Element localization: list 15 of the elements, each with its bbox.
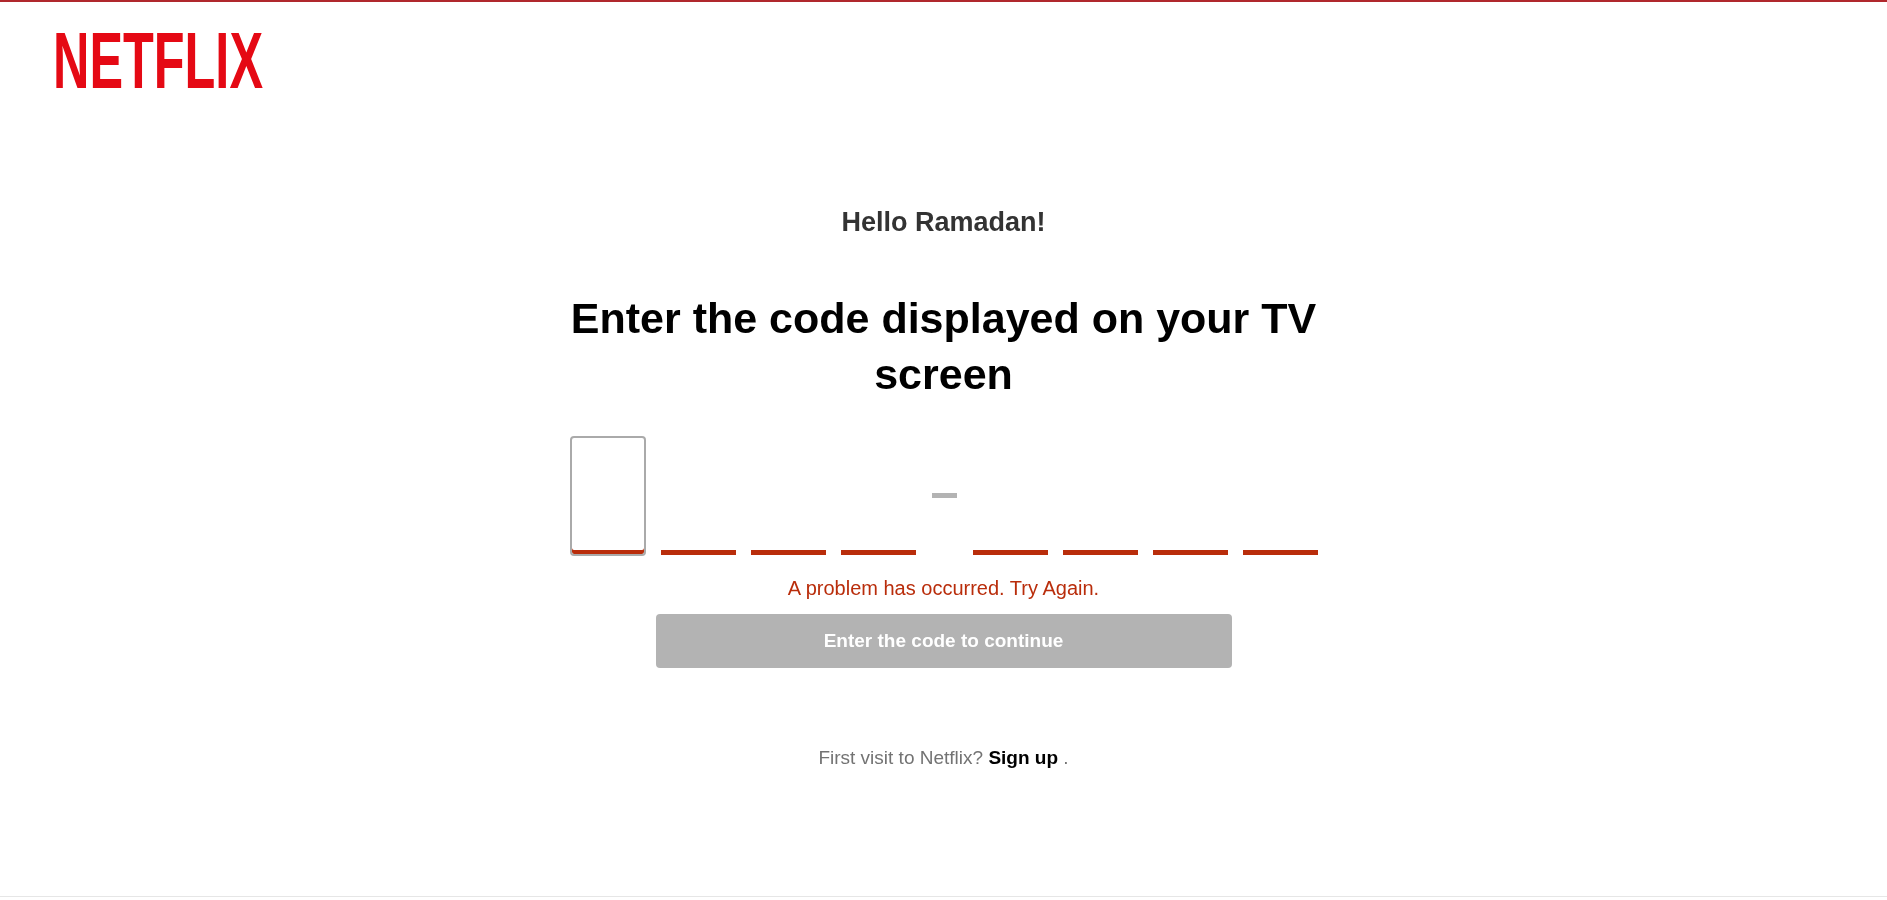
code-digit-field[interactable] <box>750 550 826 556</box>
code-digit-field[interactable] <box>1152 550 1228 556</box>
code-digit-field[interactable] <box>840 550 916 556</box>
error-message: A problem has occurred. Try Again. <box>787 576 1100 601</box>
code-digit-field[interactable] <box>569 436 646 557</box>
signup-link[interactable]: Sign up <box>988 747 1059 769</box>
code-digit-field[interactable] <box>972 550 1048 556</box>
greeting-text: Hello Ramadan! <box>841 206 1046 239</box>
site-logo[interactable]: NETFLIX <box>53 29 263 93</box>
signup-prompt: First visit to Netflix? Sign up . <box>818 746 1069 771</box>
code-digit-field[interactable] <box>1242 550 1318 556</box>
dash-icon <box>931 492 957 498</box>
code-digit-field[interactable] <box>660 550 736 556</box>
page-heading: Enter the code displayed on your TV screen <box>569 293 1318 401</box>
code-digit-field[interactable] <box>1062 550 1138 556</box>
